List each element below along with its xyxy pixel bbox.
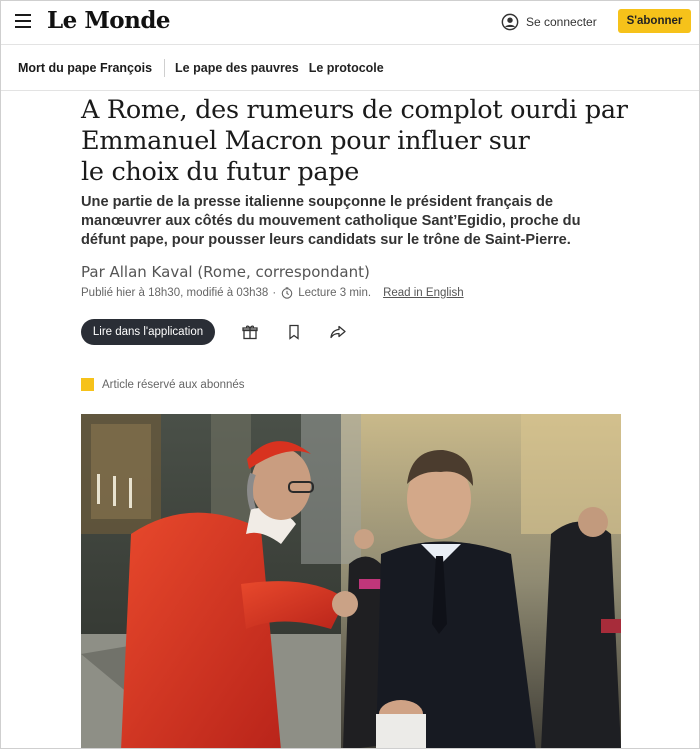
publish-date: Publié hier à 18h30, modifié à 03h38 (81, 287, 269, 299)
title-line: le choix du futur pape (81, 157, 360, 187)
article-actions: Lire dans l'application (81, 319, 347, 345)
page-frame: Le Monde Se connecter S'abonner Mort du … (0, 0, 700, 749)
standfirst-line: Une partie de la presse italienne soupço… (81, 194, 554, 210)
article-meta: Publié hier à 18h30, modifié à 03h38 · L… (81, 287, 464, 299)
menu-icon[interactable] (15, 14, 33, 30)
user-icon (501, 13, 519, 31)
topic-link-poor[interactable]: Le pape des pauvres (175, 61, 299, 75)
article-title: A Rome, des rumeurs de complot ourdi par… (81, 95, 641, 188)
subscriber-badge-icon (81, 378, 94, 391)
site-logo[interactable]: Le Monde (47, 7, 171, 34)
nav-divider (164, 59, 166, 77)
login-label: Se connecter (526, 15, 597, 29)
clock-icon (281, 287, 293, 299)
share-icon[interactable] (329, 323, 347, 341)
topic-link-protocol[interactable]: Le protocole (309, 61, 384, 75)
article-byline[interactable]: Par Allan Kaval (Rome, correspondant) (81, 263, 370, 281)
open-in-app-button[interactable]: Lire dans l'application (81, 319, 215, 345)
reading-time: Lecture 3 min. (298, 287, 372, 299)
subscriber-notice: Article réservé aux abonnés (81, 378, 245, 391)
title-line: A Rome, des rumeurs de complot ourdi par (81, 95, 628, 125)
gift-icon[interactable] (241, 323, 259, 341)
subscriber-notice-label: Article réservé aux abonnés (102, 378, 245, 391)
standfirst-line: défunt pape, pour pousser leurs candidat… (81, 232, 571, 248)
article-standfirst: Une partie de la presse italienne soupço… (81, 193, 641, 250)
login-link[interactable]: Se connecter (501, 12, 597, 32)
standfirst-line: manœuvrer aux côtés du mouvement catholi… (81, 213, 581, 229)
topic-nav: Mort du pape François Le pape des pauvre… (1, 46, 699, 91)
meta-separator: · (272, 287, 277, 299)
bookmark-icon[interactable] (285, 323, 303, 341)
title-line: Emmanuel Macron pour influer sur (81, 126, 530, 156)
article-photo (81, 414, 621, 748)
read-in-english-link[interactable]: Read in English (383, 287, 464, 299)
topic-main-link[interactable]: Mort du pape François (18, 61, 152, 75)
subscribe-button[interactable]: S'abonner (618, 9, 691, 33)
site-header: Le Monde Se connecter S'abonner (1, 1, 699, 45)
